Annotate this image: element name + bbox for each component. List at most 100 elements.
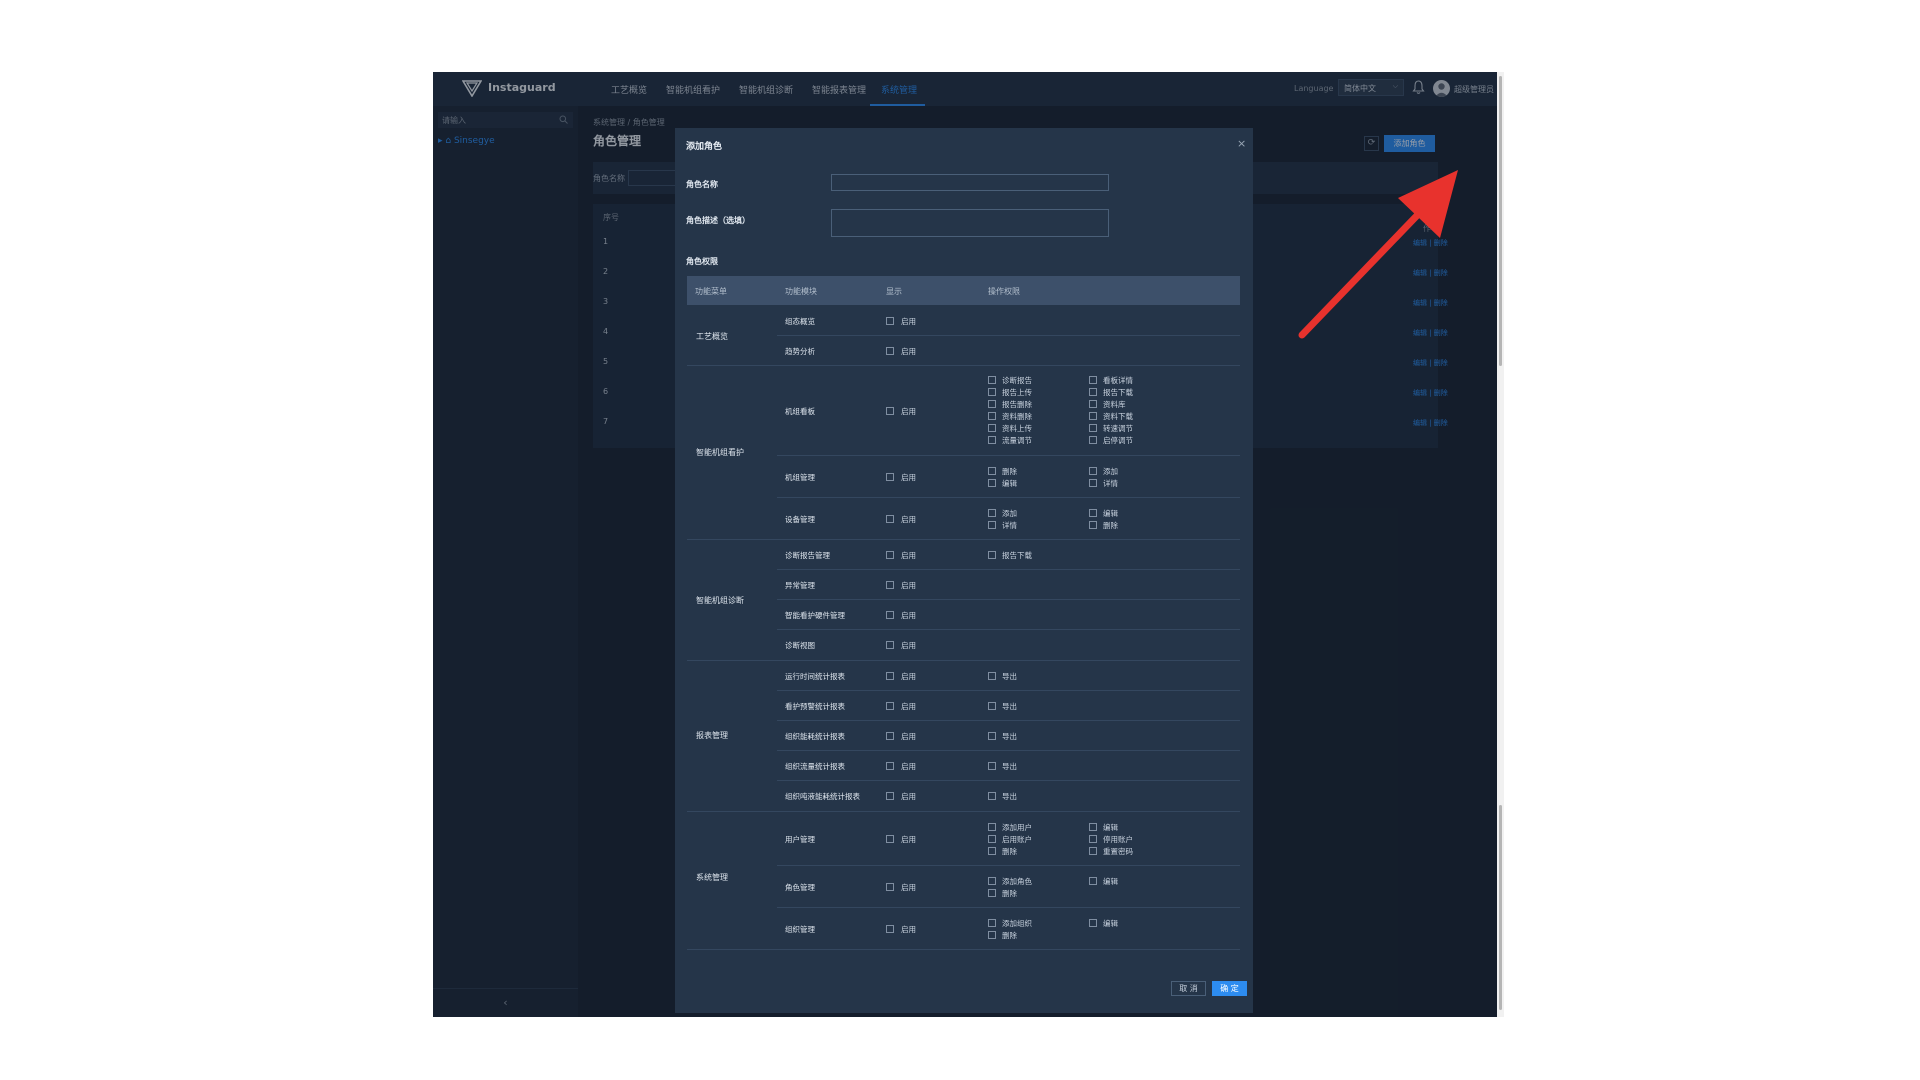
- export-checkbox[interactable]: [988, 792, 996, 800]
- enable-label: 启用: [901, 762, 916, 771]
- permission-label: 看板详情: [1103, 376, 1133, 385]
- permission-checkbox[interactable]: [988, 479, 996, 487]
- permission-label: 诊断报告: [1002, 376, 1032, 385]
- module-label: 组织流量统计报表: [785, 762, 845, 771]
- group-divider: [687, 660, 1240, 661]
- enable-checkbox[interactable]: [886, 732, 894, 740]
- enable-checkbox[interactable]: [886, 672, 894, 680]
- permission-label: 流量调节: [1002, 436, 1032, 445]
- permission-checkbox[interactable]: [1089, 412, 1097, 420]
- permission-checkbox[interactable]: [988, 424, 996, 432]
- permission-label: 删除: [1002, 467, 1017, 476]
- permission-checkbox[interactable]: [1089, 823, 1097, 831]
- enable-checkbox[interactable]: [886, 762, 894, 770]
- module-label: 组织能耗统计报表: [785, 732, 845, 741]
- permission-checkbox[interactable]: [988, 521, 996, 529]
- permission-label: 添加用户: [1002, 823, 1032, 832]
- permission-checkbox[interactable]: [1089, 479, 1097, 487]
- permission-checkbox[interactable]: [988, 931, 996, 939]
- permission-checkbox[interactable]: [1089, 376, 1097, 384]
- export-label: 导出: [1002, 792, 1017, 801]
- permission-checkbox[interactable]: [988, 400, 996, 408]
- row-divider: [777, 629, 1240, 630]
- enable-checkbox[interactable]: [886, 792, 894, 800]
- permission-checkbox[interactable]: [1089, 436, 1097, 444]
- permission-checkbox[interactable]: [988, 919, 996, 927]
- cancel-button[interactable]: 取 消: [1171, 981, 1206, 996]
- enable-checkbox[interactable]: [886, 581, 894, 589]
- enable-label: 启用: [901, 551, 916, 560]
- permission-checkbox[interactable]: [1089, 400, 1097, 408]
- enable-checkbox[interactable]: [886, 515, 894, 523]
- permission-checkbox[interactable]: [988, 889, 996, 897]
- enable-label: 启用: [901, 835, 916, 844]
- enable-checkbox[interactable]: [886, 883, 894, 891]
- row-divider: [777, 497, 1240, 498]
- module-label: 诊断报告管理: [785, 551, 830, 560]
- enable-label: 启用: [901, 883, 916, 892]
- module-label: 角色管理: [785, 883, 815, 892]
- confirm-button[interactable]: 确 定: [1212, 981, 1247, 996]
- permission-label: 报告下载: [1002, 551, 1032, 560]
- permission-label: 详情: [1103, 479, 1118, 488]
- permission-checkbox[interactable]: [988, 823, 996, 831]
- permission-checkbox[interactable]: [1089, 509, 1097, 517]
- enable-checkbox[interactable]: [886, 925, 894, 933]
- permission-label: 启用账户: [1002, 835, 1032, 844]
- permission-checkbox[interactable]: [1089, 835, 1097, 843]
- scrollbar-thumb[interactable]: [1499, 805, 1502, 1010]
- enable-checkbox[interactable]: [886, 317, 894, 325]
- permission-checkbox[interactable]: [1089, 919, 1097, 927]
- permission-table-body: 工艺概览 智能机组看护 智能机组诊断 报表管理 系统管理 组态概览 趋势分析 机…: [687, 305, 1240, 955]
- permission-label: 启停调节: [1103, 436, 1133, 445]
- export-checkbox[interactable]: [988, 762, 996, 770]
- export-checkbox[interactable]: [988, 702, 996, 710]
- enable-checkbox[interactable]: [886, 473, 894, 481]
- permission-checkbox[interactable]: [1089, 877, 1097, 885]
- close-icon[interactable]: ×: [1237, 137, 1246, 150]
- permission-checkbox[interactable]: [988, 551, 996, 559]
- permission-label: 报告上传: [1002, 388, 1032, 397]
- permission-checkbox[interactable]: [1089, 388, 1097, 396]
- enable-checkbox[interactable]: [886, 347, 894, 355]
- permission-checkbox[interactable]: [988, 388, 996, 396]
- menu-unit-care: 智能机组看护: [696, 448, 744, 457]
- permission-label: 删除: [1002, 931, 1017, 940]
- permission-checkbox[interactable]: [988, 412, 996, 420]
- permission-checkbox[interactable]: [988, 467, 996, 475]
- module-label: 智能看护硬件管理: [785, 611, 845, 620]
- permission-checkbox[interactable]: [988, 877, 996, 885]
- permission-label: 停用账户: [1103, 835, 1133, 844]
- enable-label: 启用: [901, 317, 916, 326]
- row-divider: [777, 599, 1240, 600]
- permission-checkbox[interactable]: [1089, 521, 1097, 529]
- enable-checkbox[interactable]: [886, 835, 894, 843]
- enable-checkbox[interactable]: [886, 551, 894, 559]
- scrollbar-thumb[interactable]: [1499, 76, 1502, 366]
- permission-checkbox[interactable]: [988, 847, 996, 855]
- dialog-title: 添加角色: [686, 142, 723, 152]
- export-label: 导出: [1002, 732, 1017, 741]
- enable-label: 启用: [901, 792, 916, 801]
- enable-checkbox[interactable]: [886, 407, 894, 415]
- row-divider: [777, 780, 1240, 781]
- role-name-input[interactable]: [831, 174, 1109, 191]
- enable-checkbox[interactable]: [886, 611, 894, 619]
- permission-checkbox[interactable]: [1089, 467, 1097, 475]
- permission-checkbox[interactable]: [1089, 424, 1097, 432]
- export-checkbox[interactable]: [988, 672, 996, 680]
- export-checkbox[interactable]: [988, 732, 996, 740]
- role-desc-textarea[interactable]: [831, 209, 1109, 237]
- menu-system-management: 系统管理: [696, 873, 728, 882]
- enable-checkbox[interactable]: [886, 641, 894, 649]
- permission-checkbox[interactable]: [988, 509, 996, 517]
- permission-checkbox[interactable]: [1089, 847, 1097, 855]
- permission-label: 删除: [1103, 521, 1118, 530]
- permission-checkbox[interactable]: [988, 436, 996, 444]
- module-label: 运行时间统计报表: [785, 672, 845, 681]
- role-desc-label: 角色描述（选填）: [686, 216, 750, 225]
- enable-checkbox[interactable]: [886, 702, 894, 710]
- permission-checkbox[interactable]: [988, 376, 996, 384]
- permission-checkbox[interactable]: [988, 835, 996, 843]
- header-operation-permission: 操作权限: [988, 287, 1020, 296]
